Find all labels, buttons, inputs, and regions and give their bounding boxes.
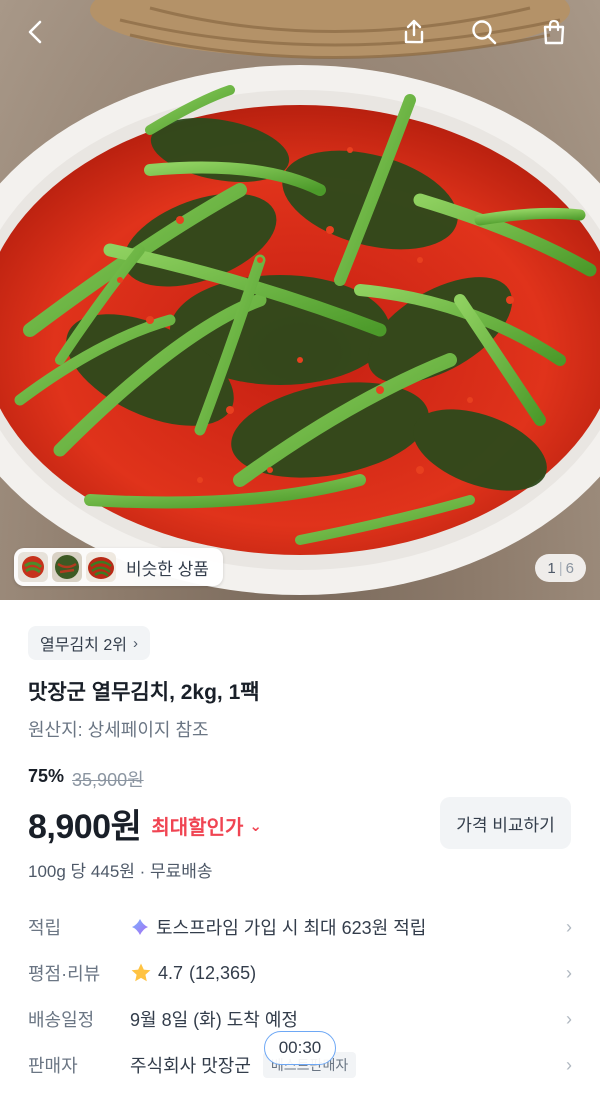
product-image-gallery[interactable]: 비슷한 상품 1 | 6: [0, 0, 600, 600]
similar-products-label: 비슷한 상품: [126, 559, 209, 579]
search-button[interactable]: [462, 10, 506, 54]
seller-name: 주식회사 맛장군: [130, 1056, 251, 1076]
cart-button[interactable]: [532, 10, 576, 54]
similar-thumbnail: [18, 552, 48, 582]
share-icon: [404, 19, 424, 44]
chevron-right-icon: ›: [566, 962, 572, 983]
detail-key: 배송일정: [28, 1010, 95, 1030]
toss-prime-icon: [132, 919, 148, 935]
original-price: 35,900원: [72, 770, 144, 790]
detail-row-points[interactable]: 적립 토스프라임 가입 시 최대 623원 적립 ›: [28, 909, 572, 945]
price-row: 8,900원 최대할인가 ⌄: [28, 799, 262, 848]
product-photo: [0, 0, 600, 595]
chevron-right-icon: ›: [566, 916, 572, 937]
page-separator: |: [558, 559, 563, 577]
discount-row: 75% 35,900원: [28, 766, 144, 792]
max-discount-toggle[interactable]: 최대할인가 ⌄: [151, 811, 262, 840]
product-title: 맛장군 열무김치, 2kg, 1팩: [28, 681, 260, 704]
sale-price: 8,900원: [28, 808, 142, 846]
rank-label: 열무김치 2위: [40, 637, 127, 654]
max-discount-label: 최대할인가: [151, 817, 244, 839]
detail-value: 토스프라임 가입 시 최대 623원 적립: [156, 918, 427, 938]
similar-products-button[interactable]: 비슷한 상품: [14, 548, 223, 586]
back-arrow-icon: [28, 20, 42, 44]
recording-timer: 00:30: [264, 1031, 336, 1065]
back-button[interactable]: [14, 10, 58, 54]
product-origin: 원산지: 상세페이지 참조: [28, 720, 209, 740]
search-icon: [472, 20, 497, 45]
shopping-bag-icon: [543, 19, 565, 45]
similar-thumbnail: [52, 552, 82, 582]
chevron-right-icon: ›: [566, 1054, 572, 1075]
top-navigation-bar: [0, 0, 600, 64]
image-page-indicator: 1 | 6: [535, 554, 586, 582]
detail-key: 평점·리뷰: [28, 964, 101, 984]
detail-row-rating[interactable]: 평점·리뷰 4.7 (12,365) ›: [28, 955, 572, 991]
detail-value: 9월 8일 (화) 도착 예정: [130, 1010, 298, 1030]
detail-key: 적립: [28, 918, 62, 938]
current-page: 1: [547, 559, 556, 577]
rating-value: 4.7: [158, 962, 184, 983]
chevron-down-icon: ⌄: [249, 817, 262, 835]
total-pages: 6: [565, 559, 574, 577]
discount-rate: 75%: [28, 766, 65, 786]
unit-price-shipping: 100g 당 445원 · 무료배송: [28, 862, 213, 881]
star-icon: [131, 963, 151, 982]
review-count: (12,365): [189, 962, 257, 983]
product-info-section: 열무김치 2위 › 맛장군 열무김치, 2kg, 1팩 원산지: 상세페이지 참…: [0, 600, 600, 1095]
detail-key: 판매자: [28, 1056, 78, 1076]
category-rank-chip[interactable]: 열무김치 2위 ›: [28, 626, 150, 660]
price-compare-button[interactable]: 가격 비교하기: [440, 797, 571, 849]
share-button[interactable]: [392, 10, 436, 54]
chevron-right-icon: ›: [566, 1008, 572, 1029]
similar-thumbnail: [86, 552, 116, 582]
chevron-right-icon: ›: [132, 634, 138, 652]
